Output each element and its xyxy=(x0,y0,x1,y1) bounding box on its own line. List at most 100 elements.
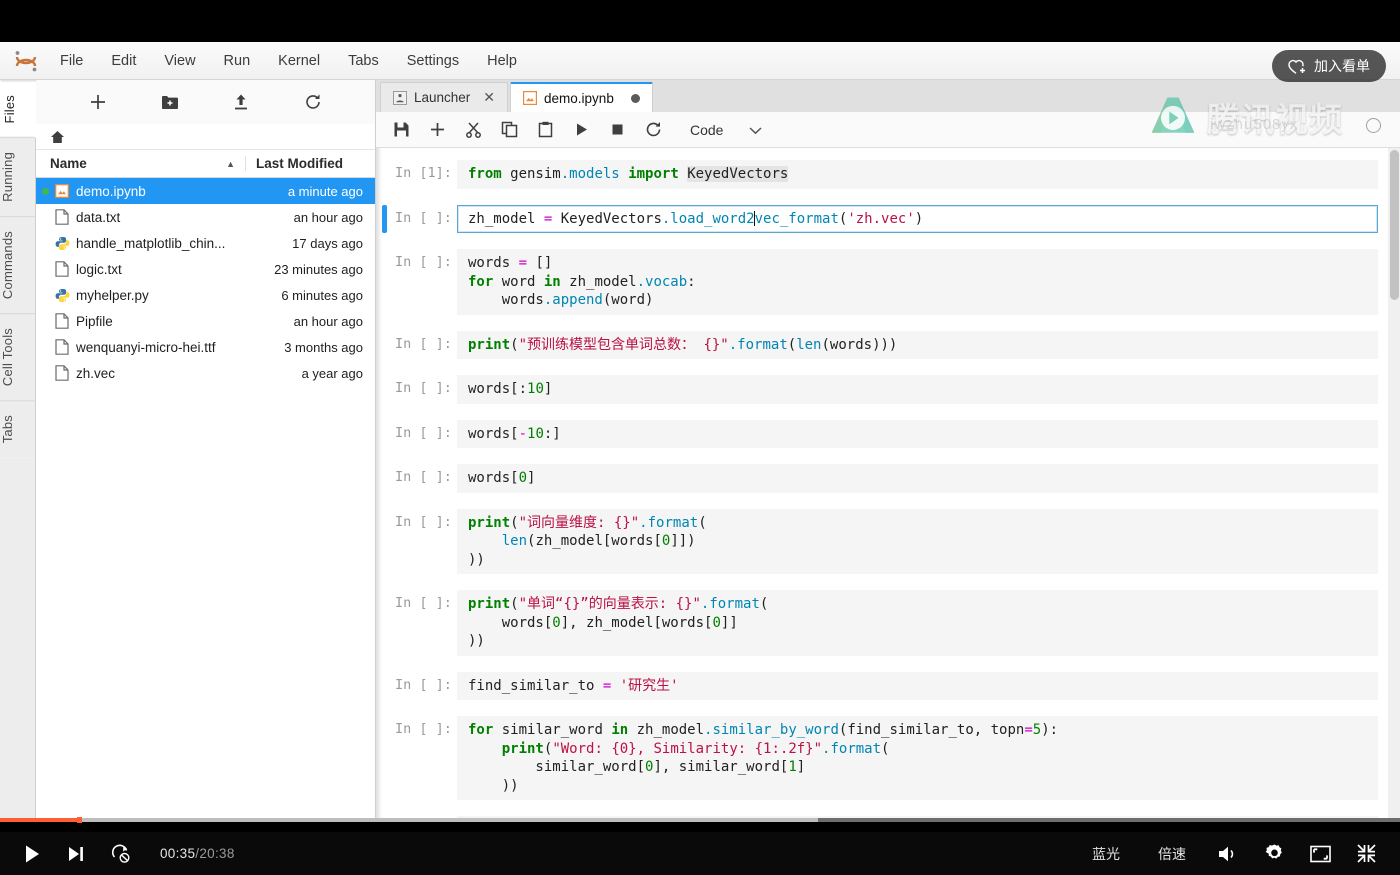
interrupt-kernel-button[interactable] xyxy=(602,116,632,144)
progress-bar[interactable] xyxy=(0,818,1400,822)
cell-type-value: Code xyxy=(690,122,723,138)
notebook-scrollbar[interactable] xyxy=(1388,148,1400,818)
sidebar-tab-cell-tools[interactable]: Cell Tools xyxy=(0,313,35,400)
fullscreen-icon xyxy=(1310,845,1331,863)
menu-run[interactable]: Run xyxy=(210,49,265,73)
cell-input[interactable]: find_similar_to = '研究生' xyxy=(457,672,1378,701)
menu-help[interactable]: Help xyxy=(473,49,531,73)
notebook-cell[interactable]: In [ ]: words[:10] xyxy=(376,375,1400,404)
column-header-modified[interactable]: Last Modified xyxy=(245,156,375,171)
volume-button[interactable] xyxy=(1208,834,1248,874)
notebook-cell[interactable]: In [ ]: print("词向量维度: {}".format( len(zh… xyxy=(376,509,1400,575)
file-modified: 17 days ago xyxy=(243,236,375,251)
unsaved-indicator-icon[interactable] xyxy=(631,94,640,103)
kernel-running-indicator xyxy=(42,240,49,247)
paste-cell-button[interactable] xyxy=(530,116,560,144)
cell-input[interactable]: words[:10] xyxy=(457,375,1378,404)
notebook-cell[interactable]: In [ ]: words = [] for word in zh_model.… xyxy=(376,249,1400,315)
video-player-page: File Edit View Run Kernel Tabs Settings … xyxy=(0,0,1400,875)
notebook-cell[interactable]: In [ ]: words[0] xyxy=(376,464,1400,493)
cell-active-bar xyxy=(382,331,387,360)
new-launcher-button[interactable] xyxy=(85,89,111,115)
next-button[interactable] xyxy=(56,834,96,874)
kernel-running-indicator xyxy=(42,370,49,377)
add-to-watchlist-button[interactable]: 加入看单 xyxy=(1272,50,1386,82)
cell-input[interactable]: words = [] for word in zh_model.vocab: w… xyxy=(457,249,1378,315)
file-list-item[interactable]: myhelper.py6 minutes ago xyxy=(36,282,375,308)
file-browser: Name ▲ Last Modified demo.ipynba minute … xyxy=(36,80,376,818)
cell-prompt: In [ ]: xyxy=(395,464,457,485)
python-file-icon xyxy=(52,236,72,251)
cell-input[interactable]: from gensim.models import KeyedVectors xyxy=(457,160,1378,189)
insert-cell-button[interactable] xyxy=(422,116,452,144)
heart-plus-icon xyxy=(1288,58,1307,75)
cell-input-editing[interactable]: zh_model = KeyedVectors.load_word2vec_fo… xyxy=(457,205,1378,234)
menu-edit[interactable]: Edit xyxy=(97,49,150,73)
tab-demo-ipynb[interactable]: demo.ipynb xyxy=(510,82,653,112)
home-icon xyxy=(50,130,65,144)
menu-kernel[interactable]: Kernel xyxy=(264,49,334,73)
cell-active-bar xyxy=(382,205,387,234)
new-folder-button[interactable] xyxy=(157,89,183,115)
sidebar-tab-commands[interactable]: Commands xyxy=(0,216,35,313)
tab-launcher[interactable]: Launcher ✕ xyxy=(380,82,508,112)
cell-input[interactable]: print("预训练模型包含单词总数： {}".format(len(words… xyxy=(457,331,1378,360)
progress-handle[interactable] xyxy=(77,817,82,823)
settings-button[interactable] xyxy=(1254,834,1294,874)
exit-fullscreen-button[interactable] xyxy=(1346,834,1386,874)
notebook-cell[interactable]: In [ ]: print("单词“{}”的向量表示: {}".format( … xyxy=(376,590,1400,656)
menu-file[interactable]: File xyxy=(46,49,97,73)
notebook-scroll-area[interactable]: In [1]: from gensim.models import KeyedV… xyxy=(376,148,1400,818)
menu-tabs[interactable]: Tabs xyxy=(334,49,393,73)
file-list-item[interactable]: data.txtan hour ago xyxy=(36,204,375,230)
add-to-watchlist-label: 加入看单 xyxy=(1314,56,1370,76)
menu-view[interactable]: View xyxy=(150,49,209,73)
refresh-button[interactable] xyxy=(300,89,326,115)
file-list-item[interactable]: handle_matplotlib_chin...17 days ago xyxy=(36,230,375,256)
player-controls-right: 蓝光 倍速 xyxy=(1076,834,1400,874)
notebook-cell[interactable]: In [1]: from gensim.models import KeyedV… xyxy=(376,160,1400,189)
notebook-cell[interactable]: In [ ]: find_similar_to = '研究生' xyxy=(376,672,1400,701)
cut-cell-button[interactable] xyxy=(458,116,488,144)
notebook-cell[interactable]: In [ ]: words[-10:] xyxy=(376,420,1400,449)
close-icon[interactable]: ✕ xyxy=(483,89,495,106)
kernel-running-indicator xyxy=(42,214,49,221)
cell-type-select[interactable]: Code xyxy=(680,119,770,141)
file-list-item[interactable]: demo.ipynba minute ago xyxy=(36,178,375,204)
file-list-item[interactable]: wenquanyi-micro-hei.ttf3 months ago xyxy=(36,334,375,360)
cell-input[interactable]: for similar_word in zh_model.similar_by_… xyxy=(457,716,1378,800)
play-button[interactable] xyxy=(12,834,52,874)
copy-cell-button[interactable] xyxy=(494,116,524,144)
run-cell-button[interactable] xyxy=(566,116,596,144)
cell-input[interactable]: words[0] xyxy=(457,464,1378,493)
column-header-name[interactable]: Name ▲ xyxy=(36,156,245,171)
quality-button[interactable]: 蓝光 xyxy=(1076,844,1136,864)
notebook-cell[interactable]: In [ ]: for similar_word in zh_model.sim… xyxy=(376,716,1400,800)
restart-kernel-button[interactable] xyxy=(638,116,668,144)
notebook-cell[interactable]: In [ ]: zh_model = KeyedVectors.load_wor… xyxy=(376,205,1400,234)
file-list-item[interactable]: logic.txt23 minutes ago xyxy=(36,256,375,282)
fullscreen-button[interactable] xyxy=(1300,834,1340,874)
file-name: logic.txt xyxy=(72,262,243,277)
cell-active-bar xyxy=(382,464,387,493)
jupyterlab-app: File Edit View Run Kernel Tabs Settings … xyxy=(0,42,1400,818)
menu-settings[interactable]: Settings xyxy=(393,49,473,73)
loop-button[interactable] xyxy=(100,834,140,874)
upload-button[interactable] xyxy=(228,89,254,115)
sidebar-tab-running[interactable]: Running xyxy=(0,137,35,216)
save-button[interactable] xyxy=(386,116,416,144)
cell-input[interactable]: print("单词“{}”的向量表示: {}".format( words[0]… xyxy=(457,590,1378,656)
kernel-running-indicator xyxy=(42,188,49,195)
notebook-cell[interactable]: In [ ]: print("预训练模型包含单词总数： {}".format(l… xyxy=(376,331,1400,360)
sidebar-tab-tabs[interactable]: Tabs xyxy=(0,400,35,457)
column-header-name-label: Name xyxy=(50,156,87,171)
sidebar-tab-files[interactable]: Files xyxy=(0,80,36,137)
file-list-item[interactable]: Pipfilean hour ago xyxy=(36,308,375,334)
breadcrumb[interactable] xyxy=(36,124,375,150)
notebook-scrollbar-thumb[interactable] xyxy=(1390,150,1399,300)
playback-speed-button[interactable]: 倍速 xyxy=(1142,844,1202,864)
file-name: myhelper.py xyxy=(72,288,243,303)
file-list-item[interactable]: zh.veca year ago xyxy=(36,360,375,386)
cell-input[interactable]: words[-10:] xyxy=(457,420,1378,449)
cell-input[interactable]: print("词向量维度: {}".format( len(zh_model[w… xyxy=(457,509,1378,575)
